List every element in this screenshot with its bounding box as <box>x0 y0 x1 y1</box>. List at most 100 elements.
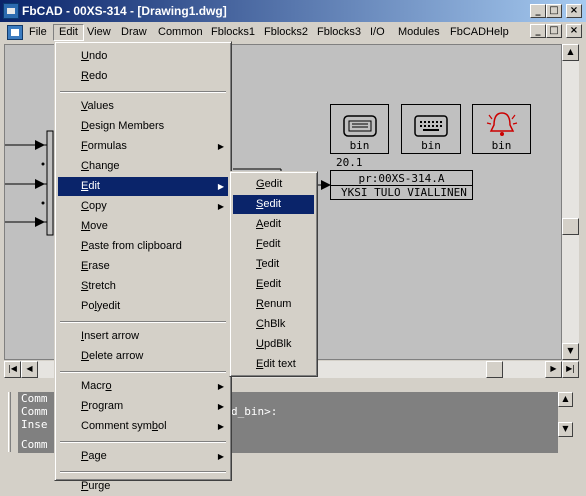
vertical-scroll-thumb[interactable] <box>562 218 579 235</box>
menu-item-erase[interactable]: Erase <box>58 257 228 276</box>
menu-view[interactable]: View <box>82 24 116 41</box>
symbol-keyboard[interactable]: bin <box>401 104 461 154</box>
history-scroll-down[interactable]: ▼ <box>558 422 573 437</box>
menu-fblocks2[interactable]: Fblocks2 <box>259 24 313 41</box>
app-icon[interactable] <box>3 3 19 19</box>
menu-file[interactable]: File <box>24 24 52 41</box>
submenu-arrow-icon: ▶ <box>217 422 224 431</box>
symbol-label: bin <box>421 139 441 152</box>
menu-item-program[interactable]: Program ▶ <box>58 397 228 416</box>
menu-item-paste-from-clipboard[interactable]: Paste from clipboard <box>58 237 228 256</box>
history-scroll-up[interactable]: ▲ <box>558 392 573 407</box>
submenu-item-sedit[interactable]: Sedit <box>233 195 314 214</box>
menu-item-label: Copy <box>81 200 107 212</box>
menu-draw[interactable]: Draw <box>116 24 152 41</box>
menu-item-page[interactable]: Page ▶ <box>58 447 228 466</box>
menu-item-values[interactable]: Values <box>58 97 228 116</box>
alarm-bell-icon <box>486 112 518 136</box>
mdi-restore-button[interactable]: □ <box>546 24 562 38</box>
menu-io[interactable]: I/O <box>365 24 390 41</box>
mdi-close-button[interactable]: × <box>566 24 582 38</box>
submenu-arrow-icon: ▶ <box>217 142 224 151</box>
submenu-arrow-icon: ▶ <box>217 202 224 211</box>
menu-item-insert-arrow[interactable]: Insert arrow <box>58 327 228 346</box>
menu-item-label: Design Members <box>81 120 165 132</box>
menu-item-label: Eedit <box>256 278 282 290</box>
history-line: Inse <box>21 418 48 431</box>
submenu-item-edit-text[interactable]: Edit text <box>233 355 314 374</box>
submenu-arrow-icon: ▶ <box>217 402 224 411</box>
title-bar[interactable]: FbCAD - 00XS-314 - [Drawing1.dwg] _ □ × <box>0 0 586 22</box>
submenu-arrow-icon: ▶ <box>217 382 224 391</box>
scroll-left-button[interactable]: ◀ <box>21 361 38 378</box>
menu-item-stretch[interactable]: Stretch <box>58 277 228 296</box>
symbol-display[interactable]: bin <box>330 104 389 154</box>
menu-fblocks3[interactable]: Fblocks3 <box>312 24 366 41</box>
menu-separator <box>60 321 226 323</box>
history-line-tail: d_bin>: <box>231 405 278 418</box>
menu-modules[interactable]: Modules <box>393 24 445 41</box>
symbol-alarm[interactable]: bin <box>472 104 531 154</box>
scroll-right-button[interactable]: ▶ <box>545 361 562 378</box>
menu-item-comment-symbol[interactable]: Comment symbol ▶ <box>58 417 228 436</box>
menu-item-label: ChBlk <box>256 318 286 330</box>
close-button[interactable]: × <box>566 4 582 18</box>
maximize-button[interactable]: □ <box>546 4 562 18</box>
menu-item-label: Paste from clipboard <box>81 240 182 252</box>
menu-item-copy[interactable]: Copy ▶ <box>58 197 228 216</box>
menu-item-formulas[interactable]: Formulas ▶ <box>58 137 228 156</box>
menu-fbcadhelp[interactable]: FbCADHelp <box>445 24 514 41</box>
menu-item-redo[interactable]: Redo <box>58 67 228 86</box>
menu-common[interactable]: Common <box>153 24 208 41</box>
menu-item-label: Tedit <box>256 258 280 270</box>
grip-handle[interactable] <box>8 392 11 452</box>
menu-item-polyedit[interactable]: Polyedit <box>58 297 228 316</box>
submenu-item-tedit[interactable]: Tedit <box>233 255 314 274</box>
menu-item-label: Polyedit <box>81 300 121 312</box>
scroll-down-button[interactable]: ▼ <box>562 343 579 360</box>
menu-item-label: Macro <box>81 380 112 392</box>
menu-fblocks1[interactable]: Fblocks1 <box>206 24 260 41</box>
menu-item-edit[interactable]: Edit ▶ <box>58 177 228 196</box>
menu-item-design-members[interactable]: Design Members <box>58 117 228 136</box>
submenu-item-chblk[interactable]: ChBlk <box>233 315 314 334</box>
menu-item-label: Stretch <box>81 280 116 292</box>
menu-item-move[interactable]: Move <box>58 217 228 236</box>
menu-item-label: Move <box>81 220 108 232</box>
submenu-item-aedit[interactable]: Aedit <box>233 215 314 234</box>
menu-item-change[interactable]: Change <box>58 157 228 176</box>
submenu-item-updblk[interactable]: UpdBlk <box>233 335 314 354</box>
menu-item-label: Page <box>81 450 107 462</box>
vertical-scrollbar[interactable]: ▲ ▼ <box>562 44 579 360</box>
horizontal-scroll-thumb[interactable] <box>486 361 503 378</box>
signal-reference-box[interactable]: pr:00XS-314.A YKSI TULO VIALLINEN <box>330 170 473 200</box>
scroll-up-button[interactable]: ▲ <box>562 44 579 61</box>
edit-submenu: Gedit Sedit Aedit Fedit Tedit Eedit Renum ChBlk… <box>229 171 318 377</box>
symbol-label: bin <box>349 139 370 152</box>
menu-item-label: Renum <box>256 298 292 310</box>
edit-menu: Undo Redo Values Design Members Formulas ▶ Cha… <box>54 41 232 492</box>
menu-item-undo[interactable]: Undo <box>58 47 228 66</box>
reference-text: pr:00XS-314.A <box>358 172 445 185</box>
history-line: Comm <box>21 392 48 405</box>
mdi-minimize-button[interactable]: _ <box>530 24 546 38</box>
display-screen-icon <box>343 115 377 137</box>
menu-item-label: Formulas <box>81 140 127 152</box>
document-icon[interactable] <box>7 25 23 40</box>
history-line: Comm <box>21 405 48 418</box>
scroll-first-button[interactable]: |◀ <box>4 361 21 378</box>
menu-item-label: Edit text <box>256 358 296 370</box>
menu-edit[interactable]: Edit <box>53 24 84 41</box>
submenu-item-eedit[interactable]: Eedit <box>233 275 314 294</box>
submenu-item-renum[interactable]: Renum <box>233 295 314 314</box>
minimize-button[interactable]: _ <box>530 4 546 18</box>
keyboard-icon <box>414 115 448 137</box>
scroll-last-button[interactable]: ▶| <box>562 361 579 378</box>
menu-item-label: Comment symbol <box>81 420 167 432</box>
command-prompt: Comm <box>21 438 48 451</box>
menu-item-label: Insert arrow <box>81 330 140 342</box>
menu-item-macro[interactable]: Macro ▶ <box>58 377 228 396</box>
submenu-item-fedit[interactable]: Fedit <box>233 235 314 254</box>
menu-item-delete-arrow[interactable]: Delete arrow <box>58 347 228 366</box>
submenu-item-gedit[interactable]: Gedit <box>233 175 314 194</box>
